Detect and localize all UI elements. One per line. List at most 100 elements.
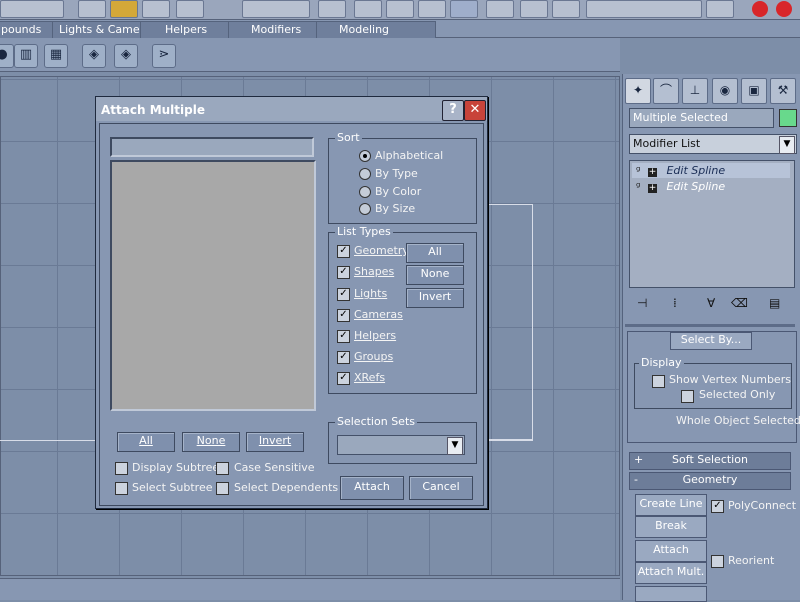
list-types-none-button[interactable]: None <box>406 265 464 285</box>
geometry-label: Geometry <box>354 244 409 257</box>
sort-by-size-label: By Size <box>375 202 416 215</box>
attach-button[interactable]: Attach <box>340 476 404 500</box>
utilities-tab-icon[interactable]: ⚒ <box>770 78 796 104</box>
named-selection-field[interactable] <box>586 0 702 18</box>
circle-icon[interactable]: ● <box>0 44 14 68</box>
scale-icon[interactable] <box>176 0 204 18</box>
select-subtree-checkbox[interactable] <box>115 482 128 495</box>
display-subtree-checkbox[interactable] <box>115 462 128 475</box>
select-dependents-label: Select Dependents <box>234 481 339 494</box>
select-by-button[interactable]: Select By... <box>670 332 752 350</box>
list-types-all-button[interactable]: All <box>406 243 464 263</box>
render-icon[interactable] <box>752 1 768 17</box>
list-none-button[interactable]: None <box>182 432 240 452</box>
case-sensitive-checkbox[interactable] <box>216 462 229 475</box>
pin-stack-icon[interactable]: ⊣ <box>637 296 655 312</box>
mesh-icon[interactable]: ◈ <box>82 44 106 68</box>
select-move-icon[interactable] <box>78 0 106 18</box>
motion-tab-icon[interactable]: ◉ <box>712 78 738 104</box>
helpers-checkbox[interactable]: ✓ <box>337 330 350 343</box>
object-list[interactable] <box>110 160 316 411</box>
mirror-icon[interactable] <box>486 0 514 18</box>
list-types-group-label: List Types <box>335 225 393 238</box>
remove-modifier-icon[interactable]: ⌫ <box>731 296 749 312</box>
helpers-label: Helpers <box>354 329 397 342</box>
groups-checkbox[interactable]: ✓ <box>337 351 350 364</box>
polyconnect-checkbox[interactable]: ✓ <box>711 500 724 513</box>
selection-sets-group: Selection Sets ▼ <box>328 415 477 464</box>
show-vertex-numbers-checkbox[interactable] <box>652 375 665 388</box>
axis-z-icon[interactable] <box>418 0 446 18</box>
align-icon[interactable] <box>520 0 548 18</box>
reference-coord-dropdown[interactable] <box>242 0 310 18</box>
xrefs-label: XRefs <box>354 371 386 384</box>
axis-y-icon[interactable] <box>386 0 414 18</box>
selection-name-field[interactable]: Multiple Selected <box>629 108 774 128</box>
sort-alphabetical-radio[interactable] <box>359 150 371 162</box>
create-tab-icon[interactable]: ✦ <box>625 78 651 104</box>
tab-lights-cameras[interactable]: Lights & Cameras <box>52 21 154 38</box>
soft-selection-rollout[interactable]: + Soft Selection <box>629 452 791 470</box>
grid-icon[interactable]: ▦ <box>44 44 68 68</box>
stack-item[interactable]: ᵍ + Edit Spline <box>632 179 790 194</box>
cameras-checkbox[interactable]: ✓ <box>337 309 350 322</box>
geometry-checkbox[interactable]: ✓ <box>337 245 350 258</box>
break-button[interactable]: Break <box>635 516 707 538</box>
make-unique-icon[interactable]: ∀ <box>707 296 725 312</box>
select-dependents-checkbox[interactable] <box>216 482 229 495</box>
rotate-icon[interactable] <box>142 0 170 18</box>
lock-icon[interactable] <box>706 0 734 18</box>
select-and-move-icon[interactable] <box>110 0 138 18</box>
filter-input[interactable] <box>110 137 314 157</box>
close-button[interactable]: ✕ <box>464 100 486 121</box>
reorient-checkbox[interactable] <box>711 555 724 568</box>
attach-multiple-dialog: Attach Multiple ? ✕ Sort Alphabetical By… <box>95 96 488 509</box>
attach-mult-button[interactable]: Attach Mult. <box>635 562 707 584</box>
attach-button[interactable]: Attach <box>635 540 707 562</box>
track-view-icon[interactable] <box>552 0 580 18</box>
display-tab-icon[interactable]: ▣ <box>741 78 767 104</box>
cameras-label: Cameras <box>354 308 403 321</box>
selection-rollout: Select By... Display Show Vertex Numbers… <box>627 331 800 443</box>
list-invert-button[interactable]: Invert <box>246 432 304 452</box>
selection-sets-dropdown[interactable]: ▼ <box>337 435 465 455</box>
create-line-button[interactable]: Create Line <box>635 494 707 516</box>
show-vertex-numbers-label: Show Vertex Numbers <box>669 373 791 386</box>
hierarchy-tab-icon[interactable]: ⊥ <box>682 78 708 104</box>
shapes-checkbox[interactable]: ✓ <box>337 266 350 279</box>
sort-by-type-radio[interactable] <box>359 168 371 180</box>
toolbar-field[interactable] <box>0 0 64 18</box>
lights-checkbox[interactable]: ✓ <box>337 288 350 301</box>
shapes-label: Shapes <box>354 265 395 278</box>
list-types-invert-button[interactable]: Invert <box>406 288 464 308</box>
mesh-select-icon[interactable]: ◈ <box>114 44 138 68</box>
object-color-swatch[interactable] <box>779 109 797 127</box>
trash-icon[interactable]: ▥ <box>14 44 38 68</box>
cancel-button[interactable]: Cancel <box>409 476 473 500</box>
display-subtree-label: Display Subtree <box>132 461 220 474</box>
sort-by-size-radio[interactable] <box>359 203 371 215</box>
dialog-body: Sort Alphabetical By Type By Color By Si… <box>99 123 484 506</box>
selected-only-checkbox[interactable] <box>681 390 694 403</box>
modifier-list-label: Modifier List <box>633 137 701 150</box>
sort-by-color-label: By Color <box>375 185 422 198</box>
modifier-stack[interactable]: ᵍ + Edit Spline ᵍ + Edit Spline <box>629 160 795 288</box>
axis-x-icon[interactable] <box>354 0 382 18</box>
modifier-list-dropdown[interactable]: Modifier List ▼ <box>629 134 797 154</box>
geometry-rollout[interactable]: - Geometry <box>629 472 791 490</box>
show-end-result-icon[interactable]: ⁞ <box>673 296 691 312</box>
stack-item[interactable]: ᵍ + Edit Spline <box>632 163 790 178</box>
configure-sets-icon[interactable]: ▤ <box>769 296 787 312</box>
help-button[interactable]: ? <box>442 100 464 121</box>
sort-group-label: Sort <box>335 131 362 144</box>
pivot-icon[interactable] <box>318 0 346 18</box>
list-all-button[interactable]: All <box>117 432 175 452</box>
xrefs-checkbox[interactable]: ✓ <box>337 372 350 385</box>
display-group-label: Display <box>639 356 684 369</box>
quick-render-icon[interactable] <box>776 1 792 17</box>
sort-by-color-radio[interactable] <box>359 186 371 198</box>
axis-xy-icon[interactable] <box>450 0 478 18</box>
spline-connect-icon[interactable]: ⋗ <box>152 44 176 68</box>
tab-modeling[interactable]: Modeling <box>316 21 436 38</box>
modify-tab-icon[interactable]: ⌒ <box>653 78 679 104</box>
